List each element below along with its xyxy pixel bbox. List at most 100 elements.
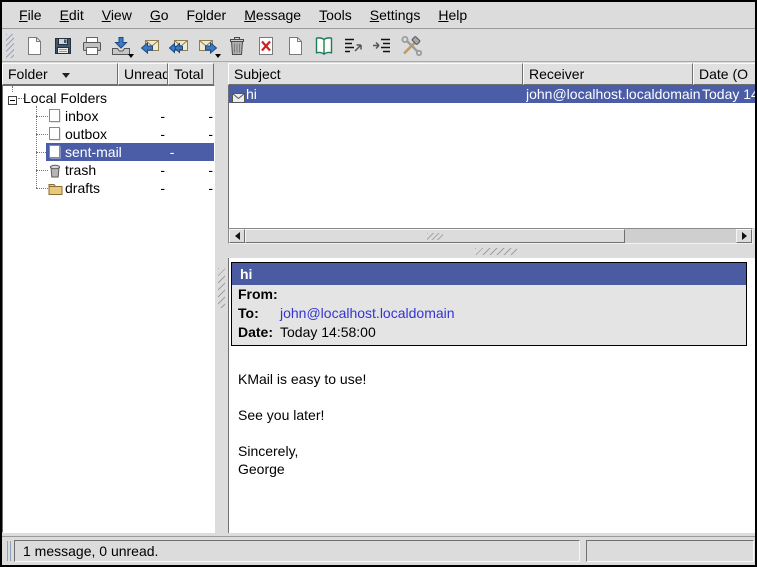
thumb-grip-icon xyxy=(427,233,443,240)
tree-expander-icon[interactable] xyxy=(8,96,17,105)
reply-all-button[interactable] xyxy=(165,32,192,59)
mark-thread-icon xyxy=(371,35,393,57)
toolbar xyxy=(2,30,755,62)
header-row: From: xyxy=(232,285,746,304)
save-as-button[interactable] xyxy=(49,32,76,59)
reply-all-icon xyxy=(168,35,190,57)
trash-icon xyxy=(48,163,62,178)
header-label: From: xyxy=(238,285,280,304)
menubar: FileEditViewGoFolderMessageToolsSettings… xyxy=(2,2,755,29)
scroll-right-button[interactable] xyxy=(736,229,752,243)
dropdown-arrow-icon xyxy=(215,54,221,58)
folder-name: outbox xyxy=(65,125,107,143)
check-mail-button[interactable] xyxy=(107,32,134,59)
menu-help[interactable]: Help xyxy=(429,2,476,29)
header-label: To: xyxy=(238,304,280,323)
message-row[interactable]: hijohn@localhost.localdomainToday 14:58:… xyxy=(229,85,755,103)
body-line: See you later! xyxy=(238,406,749,424)
trash-icon xyxy=(226,35,248,57)
scroll-left-button[interactable] xyxy=(229,229,245,243)
menu-file[interactable]: File xyxy=(10,2,51,29)
total-count: - xyxy=(167,179,213,197)
message-list: hijohn@localhost.localdomainToday 14:58:… xyxy=(228,85,755,228)
folder-name: drafts xyxy=(65,179,100,197)
folder-item-inbox[interactable]: inbox-- xyxy=(3,107,215,125)
kmail-window: FileEditViewGoFolderMessageToolsSettings… xyxy=(0,0,757,567)
move-to-trash-button[interactable] xyxy=(223,32,250,59)
folder-item-trash[interactable]: trash-- xyxy=(3,161,215,179)
total-count: - xyxy=(167,161,213,179)
mark-message-icon xyxy=(342,35,364,57)
configure-icon xyxy=(400,35,422,57)
folder-column-label: Folder xyxy=(8,66,48,82)
status-text: 1 message, 0 unread. xyxy=(23,543,158,559)
vertical-splitter[interactable] xyxy=(215,63,228,533)
folder-root-label: Local Folders xyxy=(23,89,107,107)
print-button[interactable] xyxy=(78,32,105,59)
mark-thread-button[interactable] xyxy=(368,32,395,59)
menu-view[interactable]: View xyxy=(93,2,141,29)
envelope-icon xyxy=(232,93,245,103)
header-label: Date: xyxy=(238,323,280,342)
new-message-button[interactable] xyxy=(20,32,47,59)
body-line xyxy=(238,424,749,442)
configure-button[interactable] xyxy=(397,32,424,59)
message-header-box: hi From:To:john@localhost.localdomainDat… xyxy=(231,262,747,346)
body-line: Sincerely, xyxy=(238,442,749,460)
folder-tree-pane: Local Foldersinbox--outbox--sent-mail-1t… xyxy=(2,85,215,533)
folder-name: sent-mail xyxy=(65,144,122,160)
subject-column-header[interactable]: Subject xyxy=(228,63,523,85)
folder-name: trash xyxy=(65,161,96,179)
document-icon xyxy=(48,127,62,142)
folder-root-row[interactable]: Local Folders xyxy=(3,89,215,107)
body-line: George xyxy=(238,460,749,478)
preview-subject: hi xyxy=(232,263,746,285)
menu-message[interactable]: Message xyxy=(235,2,310,29)
status-right-panel xyxy=(586,540,754,562)
unread-column-header[interactable]: Unread xyxy=(118,63,168,85)
unread-count: - xyxy=(170,144,175,160)
total-column-header[interactable]: Total xyxy=(168,63,214,85)
folder-name: inbox xyxy=(65,107,98,125)
horizontal-splitter[interactable] xyxy=(228,244,755,258)
message-subject: hi xyxy=(246,85,257,103)
header-row: To:john@localhost.localdomain xyxy=(232,304,746,323)
horizontal-scrollbar[interactable] xyxy=(228,228,753,244)
menu-go[interactable]: Go xyxy=(141,2,178,29)
mark-message-button[interactable] xyxy=(339,32,366,59)
folder-item-outbox[interactable]: outbox-- xyxy=(3,125,215,143)
total-count: - xyxy=(167,107,213,125)
reply-icon xyxy=(139,35,161,57)
statusbar-grip-icon xyxy=(7,541,12,561)
unread-count: - xyxy=(113,107,165,125)
note-icon xyxy=(284,35,306,57)
delete-button[interactable] xyxy=(252,32,279,59)
recipient-link[interactable]: john@localhost.localdomain xyxy=(280,305,455,321)
message-preview-pane: hi From:To:john@localhost.localdomainDat… xyxy=(228,258,755,533)
new-note-button[interactable] xyxy=(281,32,308,59)
print-icon xyxy=(81,35,103,57)
toolbar-grip[interactable] xyxy=(6,34,14,58)
triangle-right-icon xyxy=(742,232,747,240)
date-column-header[interactable]: Date (O xyxy=(693,63,757,85)
unread-count: - xyxy=(113,125,165,143)
address-book-icon xyxy=(313,35,335,57)
folder-icon xyxy=(48,182,63,195)
unread-count: - xyxy=(113,179,165,197)
address-book-button[interactable] xyxy=(310,32,337,59)
receiver-column-header[interactable]: Receiver xyxy=(523,63,693,85)
delete-icon xyxy=(255,35,277,57)
forward-button[interactable] xyxy=(194,32,221,59)
folder-column-header[interactable]: Folder xyxy=(2,63,118,85)
menu-edit[interactable]: Edit xyxy=(51,2,93,29)
splitter-grip-icon xyxy=(475,248,517,255)
folder-item-drafts[interactable]: drafts-- xyxy=(3,179,215,197)
menu-settings[interactable]: Settings xyxy=(361,2,430,29)
menu-folder[interactable]: Folder xyxy=(178,2,236,29)
message-date: Today 14:58:00 xyxy=(702,85,755,103)
folder-item-sent-mail[interactable]: sent-mail-1 xyxy=(3,143,215,161)
menu-tools[interactable]: Tools xyxy=(310,2,361,29)
scrollbar-thumb[interactable] xyxy=(245,229,625,243)
unread-count: - xyxy=(113,161,165,179)
reply-button[interactable] xyxy=(136,32,163,59)
